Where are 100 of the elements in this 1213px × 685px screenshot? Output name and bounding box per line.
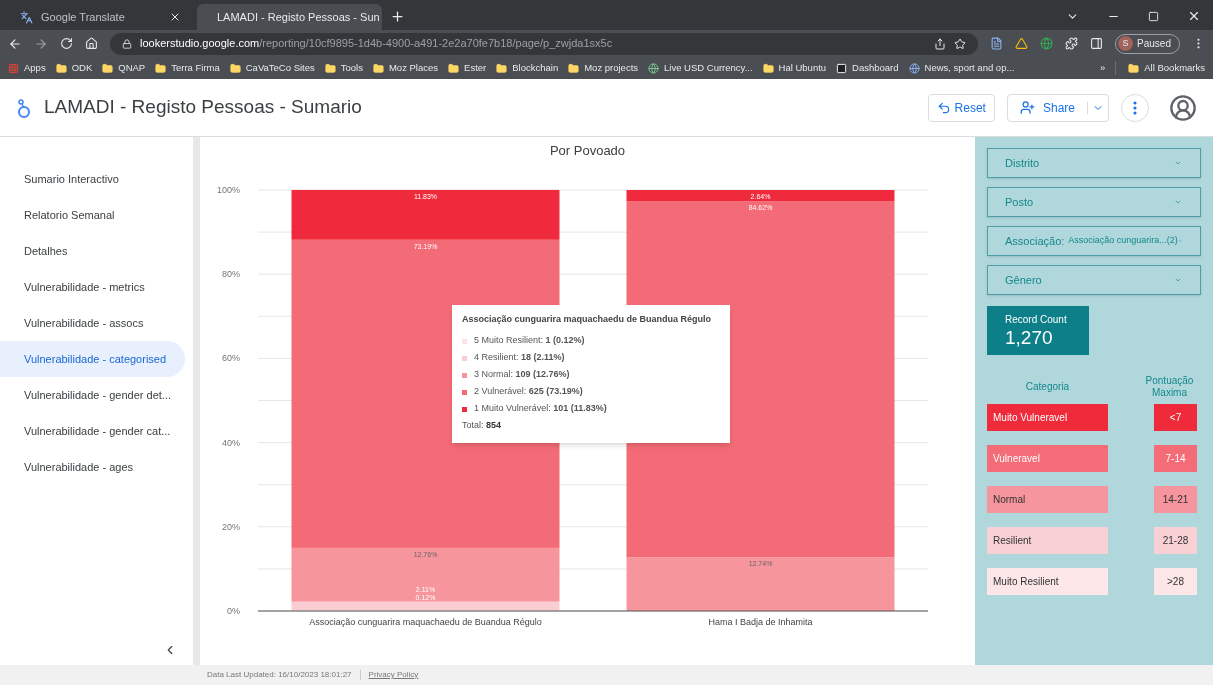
caret-icon <box>1174 198 1182 206</box>
category-label: Vulneravel <box>987 445 1108 472</box>
folder-icon <box>229 62 241 74</box>
score-label: 14-21 <box>1154 486 1197 513</box>
report-title: LAMADI - Registo Pessoas - Sumario <box>44 95 362 120</box>
folder-icon <box>102 62 114 74</box>
caret-icon <box>1174 159 1182 167</box>
privacy-policy-link[interactable]: Privacy Policy <box>368 669 419 681</box>
folder-icon <box>55 62 67 74</box>
folder-icon <box>762 62 774 74</box>
home-icon[interactable] <box>85 37 98 50</box>
folder-icon <box>1128 62 1140 74</box>
url-text: lookerstudio.google.com/reporting/10cf9895-1d4b-4900-a491-2e2a70fe7b18/page/p_zwjda1sx5c <box>140 36 613 52</box>
tooltip-row: 5 Muito Resilient: 1 (0.12%) <box>474 334 585 348</box>
y-tick-label: 60% <box>222 353 240 364</box>
score-label: 21-28 <box>1154 527 1197 554</box>
bookmark[interactable]: News, sport and op... <box>908 60 1015 76</box>
address-bar[interactable]: lookerstudio.google.com/reporting/10cf9895-1d4b-4900-a491-2e2a70fe7b18/page/p_zwjda1sx5c <box>110 32 979 55</box>
browser-tab[interactable]: Google Translate <box>8 4 193 30</box>
sidebar-item[interactable]: Vulnerabilidade - assocs <box>0 305 185 341</box>
score-label: 7-14 <box>1154 445 1197 472</box>
bookmark[interactable]: Terra Firma <box>155 60 220 76</box>
bookmark[interactable]: CaVaTeCo Sites <box>229 60 315 76</box>
tab-title: Google Translate <box>41 9 126 25</box>
lock-icon <box>122 38 132 49</box>
sidebar-item[interactable]: Detalhes <box>0 233 185 269</box>
folder-icon <box>324 62 336 74</box>
bookmark[interactable]: ODK <box>55 60 93 76</box>
avatar-initial: S <box>1118 36 1134 51</box>
column-header: Pontuação Maxima <box>1144 374 1195 399</box>
bookmark[interactable]: Tools <box>324 60 363 76</box>
y-tick-label: 40% <box>222 437 240 448</box>
globe-icon <box>648 62 660 74</box>
extensions-icon[interactable] <box>1065 37 1079 50</box>
back-icon[interactable] <box>8 36 22 51</box>
share-icon[interactable] <box>934 37 947 50</box>
bar-segment[interactable] <box>291 189 560 240</box>
add-person-icon <box>1019 100 1035 115</box>
forward-icon[interactable] <box>34 36 48 51</box>
tab-title: LAMADI - Registo Pessoas - Sun <box>217 9 380 25</box>
x-axis-label: Hama I Badja de Inhamita <box>708 617 813 627</box>
last-updated-text: Data Last Updated: 16/10/2023 18:01:27 <box>207 669 352 681</box>
side-panel-icon[interactable] <box>1090 37 1104 50</box>
sidebar-item[interactable]: Vulnerabilidade - categorised <box>0 341 185 377</box>
score-label: <7 <box>1154 404 1197 431</box>
caret-icon <box>1174 276 1182 284</box>
new-tab-icon[interactable] <box>390 9 405 24</box>
sidebar-item[interactable]: Vulnerabilidade - gender det... <box>0 377 185 413</box>
folder-icon <box>372 62 384 74</box>
all-bookmarks[interactable]: All Bookmarks <box>1115 60 1205 76</box>
bookmark[interactable]: Dashboard <box>836 60 899 76</box>
sidebar-item[interactable]: Relatorio Semanal <box>0 197 185 233</box>
share-button[interactable]: Share <box>1006 93 1109 122</box>
browser-tab[interactable]: LAMADI - Registo Pessoas - Sun <box>197 4 382 30</box>
category-label: Resilient <box>987 527 1108 554</box>
scorecard-label: Record Count <box>1005 313 1068 327</box>
more-icon <box>1133 100 1137 115</box>
bookmark[interactable]: Blockchain <box>496 60 559 76</box>
folder-icon <box>496 62 508 74</box>
y-tick-label: 20% <box>222 521 240 532</box>
star-icon[interactable] <box>954 37 967 50</box>
bookmark[interactable]: Apps <box>8 60 46 76</box>
bookmark[interactable]: Moz Places <box>372 60 439 76</box>
tooltip-total: Total: 854 <box>462 419 503 433</box>
bookmark[interactable]: Ester <box>448 60 487 76</box>
restore-icon[interactable] <box>1148 11 1159 22</box>
sidebar-item[interactable]: Vulnerabilidade - gender cat... <box>0 413 185 449</box>
reset-button[interactable]: Reset <box>927 93 995 122</box>
category-label: Muito Vulneravel <box>987 404 1108 431</box>
sidebar-item[interactable]: Vulnerabilidade - ages <box>0 449 185 485</box>
sidebar-item[interactable]: Vulnerabilidade - metrics <box>0 269 185 305</box>
profile-status: Paused <box>1137 37 1171 51</box>
account-icon[interactable] <box>1169 93 1197 122</box>
reload-icon[interactable] <box>60 37 73 50</box>
tooltip-row: 3 Normal: 109 (12.76%) <box>474 368 570 382</box>
tooltip-row: 2 Vulnerável: 625 (73.19%) <box>474 385 583 399</box>
category-label: Muito Resilient <box>987 568 1108 595</box>
x-axis-label: Associação cunguarira maquachaedu de Buandua Régulo <box>309 617 542 627</box>
category-label: Normal <box>987 486 1108 513</box>
bookmark[interactable]: Live USD Currency... <box>648 60 753 76</box>
folder-icon <box>568 62 580 74</box>
folder-icon <box>448 62 460 74</box>
caret-icon <box>1177 237 1182 245</box>
bookmark[interactable]: QNAP <box>102 60 146 76</box>
tooltip-title: Associação cunguarira maquachaedu de Buandua Régulo <box>462 313 713 326</box>
y-tick-label: 80% <box>222 269 240 280</box>
apps-icon <box>8 62 19 74</box>
close-icon[interactable] <box>1187 9 1201 23</box>
sidebar-item[interactable]: Sumario Interactivo <box>0 161 185 197</box>
document-icon[interactable] <box>990 37 1004 50</box>
tooltip-row: 4 Resilient: 18 (2.11%) <box>474 351 565 365</box>
folder-icon <box>155 62 167 74</box>
column-header: Categoria <box>1024 380 1071 394</box>
y-tick-label: 0% <box>227 606 240 616</box>
more-bookmarks[interactable]: » <box>1100 60 1106 76</box>
globe-icon[interactable] <box>1040 37 1054 50</box>
bookmark[interactable]: Moz projects <box>568 60 639 76</box>
bookmark[interactable]: Hal Ubuntu <box>762 60 827 76</box>
score-label: >28 <box>1154 568 1197 595</box>
close-icon[interactable] <box>169 11 181 23</box>
